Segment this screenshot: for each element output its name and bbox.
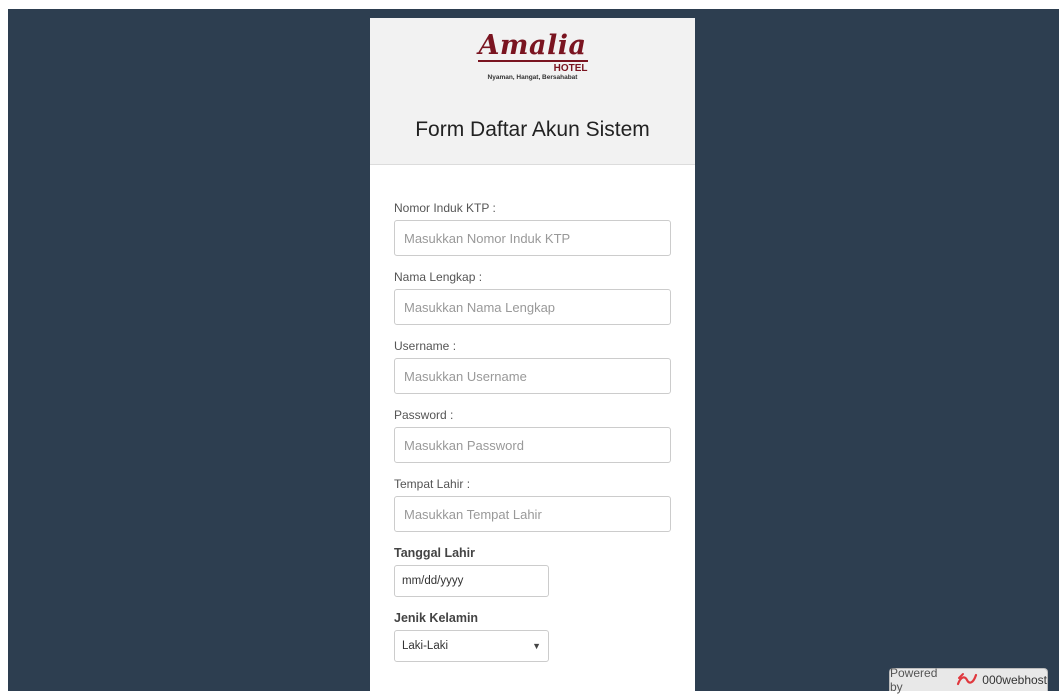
nik-input[interactable]: Masukkan Nomor Induk KTP [394,220,671,256]
field-username: Username : Masukkan Username [394,339,671,394]
powered-by-text: Powered by [890,666,938,694]
full-name-input[interactable]: Masukkan Nama Lengkap [394,289,671,325]
logo-underline [477,60,588,62]
birthplace-input[interactable]: Masukkan Tempat Lahir [394,496,671,532]
powered-by-badge[interactable]: Powered by 000webhost [889,666,1048,694]
field-nik: Nomor Induk KTP : Masukkan Nomor Induk K… [394,201,671,256]
webhost-brand-text: 000webhost [982,673,1047,687]
gender-selected-value: Laki-Laki [402,640,449,652]
birthplace-label: Tempat Lahir : [394,477,471,491]
birthdate-input[interactable]: mm/dd/yyyy [394,565,549,597]
field-gender: Jenik Kelamin Laki-Laki ▼ [394,611,671,662]
page-title: Form Daftar Akun Sistem [415,118,650,141]
nik-label: Nomor Induk KTP : [394,201,496,215]
username-input[interactable]: Masukkan Username [394,358,671,394]
password-label: Password : [394,408,454,422]
username-label: Username : [394,339,457,353]
registration-card: Amalia HOTEL Nyaman, Hangat, Bersahabat … [370,18,695,691]
field-birthplace: Tempat Lahir : Masukkan Tempat Lahir [394,477,671,532]
gender-select[interactable]: Laki-Laki ▼ [394,630,549,662]
logo-tagline: Nyaman, Hangat, Bersahabat [487,74,578,81]
field-birthdate: Tanggal Lahir mm/dd/yyyy [394,546,671,597]
full-name-label: Nama Lengkap : [394,270,483,284]
logo-wordmark: Amalia [478,30,587,61]
caret-down-icon: ▼ [532,641,541,651]
field-password: Password : Masukkan Password [394,408,671,463]
birthdate-label: Tanggal Lahir [394,546,476,560]
logo-subtitle: HOTEL [553,63,588,74]
password-input[interactable]: Masukkan Password [394,427,671,463]
amalia-hotel-logo: Amalia HOTEL Nyaman, Hangat, Bersahabat [370,32,695,82]
field-full-name: Nama Lengkap : Masukkan Nama Lengkap [394,270,671,325]
webhost-logo-icon [956,672,978,689]
card-header: Amalia HOTEL Nyaman, Hangat, Bersahabat … [370,18,695,165]
gender-label: Jenik Kelamin [394,611,479,625]
registration-form: Nomor Induk KTP : Masukkan Nomor Induk K… [370,165,695,662]
